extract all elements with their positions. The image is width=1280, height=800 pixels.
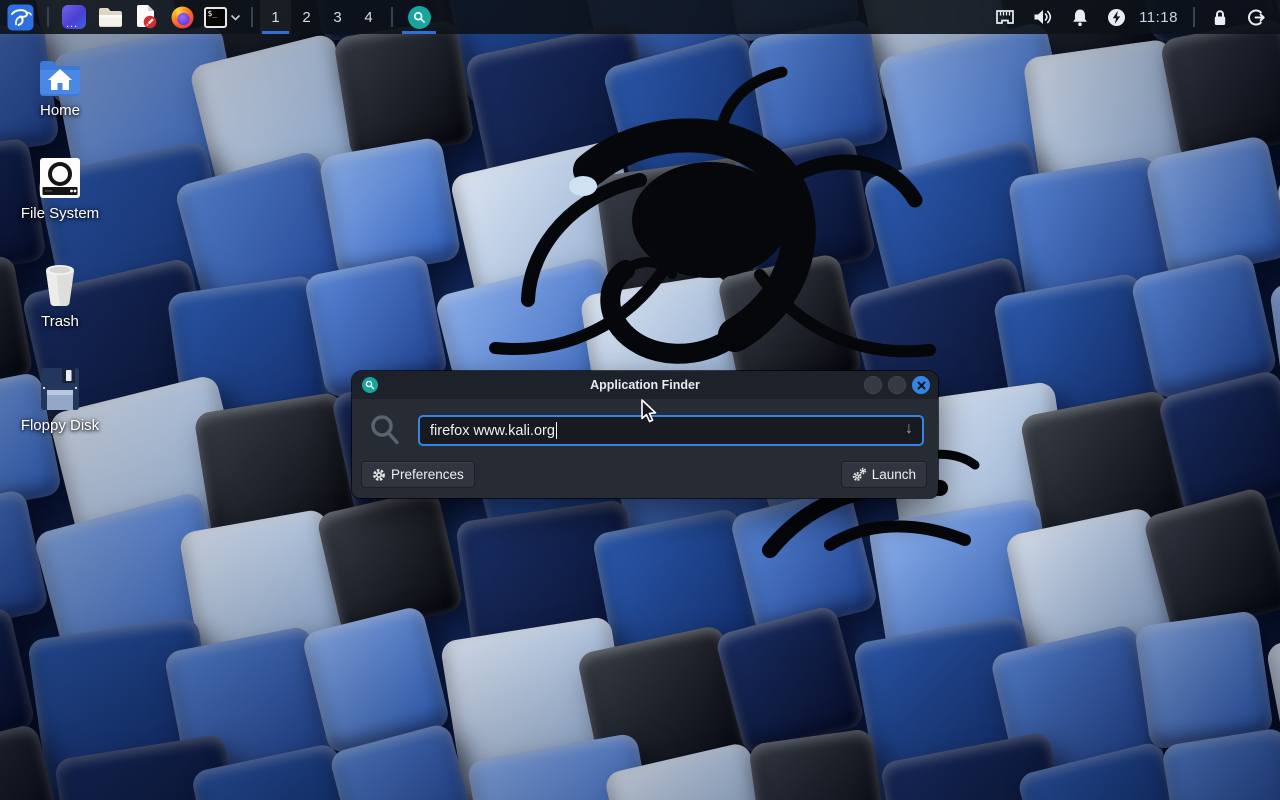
preferences-button[interactable]: Preferences xyxy=(361,461,475,488)
launcher-terminal[interactable]: $_ xyxy=(200,0,244,34)
panel-separator xyxy=(251,7,253,27)
purple-window-app-icon: ... xyxy=(62,5,86,29)
floppy-disk-icon xyxy=(10,366,110,412)
chevron-down-icon xyxy=(230,14,241,21)
window-title: Application Finder xyxy=(352,378,938,392)
text-editor-icon xyxy=(134,5,158,29)
search-input-value: firefox www.kali.org xyxy=(430,423,555,439)
terminal-icon: $_ xyxy=(204,7,227,28)
launch-label: Launch xyxy=(872,467,916,482)
desktop-icon-file-system[interactable]: File System xyxy=(10,156,110,222)
home-folder-icon xyxy=(10,57,110,97)
search-icon xyxy=(369,413,403,449)
close-button[interactable] xyxy=(912,376,930,394)
workspace-button-1[interactable]: 1 xyxy=(260,0,291,34)
application-finder-window-icon xyxy=(362,377,378,393)
desktop-icon-label: Floppy Disk xyxy=(10,417,110,434)
panel-separator xyxy=(47,7,49,27)
workspace-label: 1 xyxy=(271,9,279,26)
taskbar-application-finder-button[interactable] xyxy=(400,0,438,34)
text-caret xyxy=(556,422,557,439)
network-wired-icon[interactable] xyxy=(995,8,1015,26)
mouse-cursor xyxy=(640,399,659,425)
notifications-bell-icon[interactable] xyxy=(1071,8,1089,27)
applications-menu-button[interactable] xyxy=(0,0,40,34)
file-manager-icon xyxy=(98,7,123,28)
workspace-label: 2 xyxy=(302,9,310,26)
desktop-icon-label: Home xyxy=(10,102,110,119)
workspace-button-4[interactable]: 4 xyxy=(353,0,384,34)
trash-can-icon xyxy=(10,262,110,308)
desktop-icon-home[interactable]: Home xyxy=(10,57,110,119)
panel-separator xyxy=(391,7,393,27)
workspace-button-2[interactable]: 2 xyxy=(291,0,322,34)
launcher-file-manager[interactable] xyxy=(92,0,128,34)
desktop-icon-floppy-disk[interactable]: Floppy Disk xyxy=(10,366,110,434)
lock-screen-icon[interactable] xyxy=(1211,8,1229,27)
preferences-label: Preferences xyxy=(391,467,464,482)
launcher-purple-window-app[interactable]: ... xyxy=(56,0,92,34)
search-input[interactable]: firefox www.kali.org ↓ xyxy=(418,415,924,446)
workspace-button-3[interactable]: 3 xyxy=(322,0,353,34)
application-finder-icon xyxy=(408,6,431,29)
dropdown-arrow-icon[interactable]: ↓ xyxy=(905,420,913,438)
gear-icon xyxy=(372,468,386,482)
desktop-icon-label: Trash xyxy=(10,313,110,330)
launcher-firefox[interactable] xyxy=(164,0,200,34)
hard-drive-icon xyxy=(10,156,110,200)
kali-logo-icon xyxy=(7,4,34,31)
panel-separator xyxy=(1193,7,1195,27)
maximize-button[interactable] xyxy=(888,376,906,394)
close-icon xyxy=(917,381,926,390)
log-out-icon[interactable] xyxy=(1247,8,1266,27)
window-titlebar[interactable]: Application Finder xyxy=(352,371,938,399)
workspace-label: 3 xyxy=(333,9,341,26)
top-panel: ... xyxy=(0,0,1280,34)
desktop-icon-label: File System xyxy=(10,205,110,222)
desktop-icon-trash[interactable]: Trash xyxy=(10,262,110,330)
power-manager-icon[interactable] xyxy=(1107,8,1126,27)
launcher-text-editor[interactable] xyxy=(128,0,164,34)
workspace-label: 4 xyxy=(364,9,372,26)
minimize-button[interactable] xyxy=(864,376,882,394)
launch-button[interactable]: Launch xyxy=(841,461,927,488)
application-finder-window: Application Finder firefox www.kali.org … xyxy=(352,371,938,498)
panel-clock[interactable]: 11:18 xyxy=(1139,9,1178,26)
firefox-icon xyxy=(171,6,194,29)
volume-icon[interactable] xyxy=(1033,8,1053,26)
run-gears-icon xyxy=(852,467,867,482)
